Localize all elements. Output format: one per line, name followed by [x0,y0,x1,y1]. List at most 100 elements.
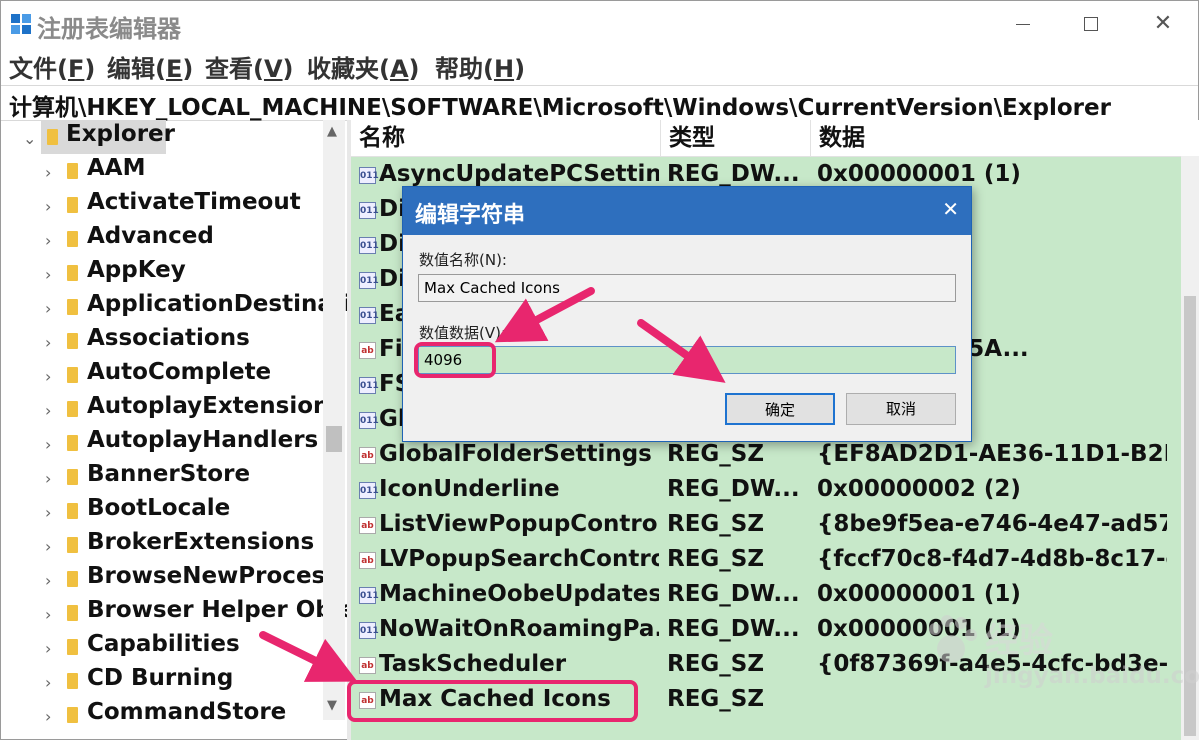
tree-node-label: BootLocale [87,495,231,521]
folder-icon [67,469,78,485]
folder-icon [67,367,78,383]
key-tree: ⌄ Explorer › AAM › ActivateTimeout › Advanced… [1,120,347,740]
tree-node[interactable]: › CD Burning [1,664,347,698]
tree-node[interactable]: › Browser Helper Obje [1,596,347,630]
minimize-button[interactable] [989,1,1057,47]
cell-type: REG_DW... [667,161,800,187]
column-name[interactable]: 名称 [351,120,661,156]
chevron-right-icon[interactable]: › [45,197,51,216]
tree-node[interactable]: › Associations [1,324,347,358]
chevron-right-icon[interactable]: › [45,707,51,726]
folder-icon [67,401,78,417]
tree-node[interactable]: › AppKey [1,256,347,290]
tree-node[interactable]: › AutoplayExtensions [1,392,347,426]
table-row[interactable]: ab ListViewPopupControl REG_SZ {8be9f5ea-e7… [351,508,1171,543]
list-header: 名称 类型 数据 [351,120,1199,157]
tree-node-label: BannerStore [87,461,251,487]
tree-node[interactable]: › Advanced [1,222,347,256]
reg-dword-icon: 011 [359,622,379,639]
tree-node[interactable]: › Capabilities [1,630,347,664]
close-icon: ✕ [1153,11,1173,36]
address-bar[interactable]: 计算机\HKEY_LOCAL_MACHINE\SOFTWARE\Microsof… [1,85,1198,121]
reg-string-icon: ab [359,657,376,674]
chevron-right-icon[interactable]: › [45,163,51,182]
reg-string-icon: ab [359,552,376,569]
tree-node[interactable]: › AutoComplete [1,358,347,392]
folder-icon [67,197,78,213]
menu-bar: 文件(F) 编辑(E) 查看(V) 收藏夹(A) 帮助(H) [1,47,1198,83]
menu-file[interactable]: 文件(F) [9,49,95,84]
reg-dword-icon: 011 [359,167,379,184]
chevron-right-icon[interactable]: › [45,401,51,420]
list-scrollbar[interactable] [1181,156,1199,740]
tree-node[interactable]: › BannerStore [1,460,347,494]
tree-node-label: Explorer [66,121,175,147]
folder-icon [47,129,58,145]
tree-node[interactable]: › ActivateTimeout [1,188,347,222]
folder-icon [67,163,78,179]
cancel-button[interactable]: 取消 [846,393,956,425]
scroll-down-icon[interactable]: ▼ [327,698,337,713]
close-button[interactable]: ✕ [1129,1,1197,47]
tree-node-label: CD Burning [87,665,234,691]
chevron-right-icon[interactable]: › [45,333,51,352]
table-row[interactable]: ab LVPopupSearchControl REG_SZ {fccf70c8-f4… [351,543,1171,578]
tree-node-label: BrokerExtensions [87,529,315,555]
cell-type: REG_DW... [667,616,800,642]
chevron-right-icon[interactable]: › [45,265,51,284]
window-title: 注册表编辑器 [37,15,181,43]
tree-node[interactable]: › ApplicationDestinati [1,290,347,324]
folder-icon [67,435,78,451]
menu-view[interactable]: 查看(V) [205,49,294,84]
menu-help[interactable]: 帮助(H) [435,49,525,84]
value-data-label: 数值数据(V): [419,324,507,342]
table-row[interactable]: 011 IconUnderline REG_DW... 0x00000002 (2) [351,473,1171,508]
chevron-right-icon[interactable]: › [45,503,51,522]
tree-node[interactable]: › BootLocale [1,494,347,528]
tree-scrollbar[interactable]: ▲ ▼ [323,120,345,720]
chevron-right-icon[interactable]: › [45,299,51,318]
tree-node[interactable]: › AAM [1,154,347,188]
ok-button[interactable]: 确定 [725,393,835,425]
scroll-thumb[interactable] [326,426,342,452]
tree-node[interactable]: › AutoplayHandlers [1,426,347,460]
tree-node[interactable]: › BrowseNewProcess [1,562,347,596]
chevron-right-icon[interactable]: › [45,537,51,556]
maximize-button[interactable] [1057,1,1125,47]
chevron-right-icon[interactable]: › [45,571,51,590]
folder-icon [67,707,78,723]
tree-node-label: AutoComplete [87,359,272,385]
folder-icon [67,299,78,315]
menu-edit[interactable]: 编辑(E) [107,49,193,84]
chevron-right-icon[interactable]: › [45,673,51,692]
cell-name: AsyncUpdatePCSettings [379,161,659,187]
reg-string-icon: ab [359,447,376,464]
tree-node[interactable]: › BrokerExtensions [1,528,347,562]
chevron-right-icon[interactable]: › [45,231,51,250]
column-type[interactable]: 类型 [661,120,811,156]
tree-node-explorer[interactable]: ⌄ Explorer [1,120,347,154]
chevron-down-icon[interactable]: ⌄ [23,129,36,148]
dialog-title: 编辑字符串 [415,203,526,228]
table-row[interactable]: ab GlobalFolderSettings REG_SZ {EF8AD2D1-AE… [351,438,1171,473]
scroll-up-icon[interactable]: ▲ [327,124,337,139]
registry-editor-icon [11,14,31,34]
chevron-right-icon[interactable]: › [45,639,51,658]
column-data[interactable]: 数据 [811,120,1179,156]
reg-dword-icon: 011 [359,377,379,394]
cell-type: REG_SZ [667,651,765,677]
value-data-input[interactable]: 4096 [418,346,956,374]
dialog-close-icon[interactable]: ✕ [942,197,959,221]
menu-favorites[interactable]: 收藏夹(A) [307,49,420,84]
chevron-right-icon[interactable]: › [45,469,51,488]
chevron-right-icon[interactable]: › [45,367,51,386]
chevron-right-icon[interactable]: › [45,435,51,454]
tree-node-label: ApplicationDestinati [87,291,347,317]
tree-node[interactable]: › CommandStore [1,698,347,732]
dialog-title-bar: 编辑字符串 ✕ [403,187,971,235]
reg-string-icon: ab [359,342,376,359]
chevron-right-icon[interactable]: › [45,605,51,624]
paw-logo-icon [929,615,977,663]
tree-node-label: AppKey [87,257,186,283]
cell-data: {8be9f5ea-e746-4e47-ad57-... [817,511,1167,537]
